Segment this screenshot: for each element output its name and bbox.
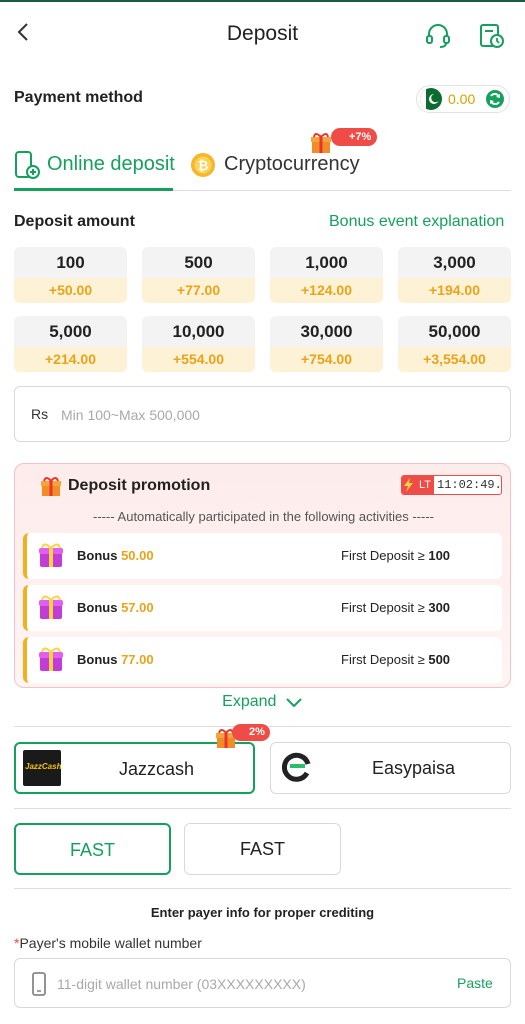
bonus-value: 57.00 <box>121 600 154 615</box>
gift-badge-icon <box>311 133 331 153</box>
method-easypaisa[interactable]: Easypaisa <box>270 742 511 794</box>
lt-tag: LT <box>402 476 434 494</box>
currency-label: Rs <box>31 406 49 422</box>
amount-bonus: +50.00 <box>14 278 127 303</box>
easypaisa-logo <box>281 752 311 782</box>
amount-value: 100 <box>56 253 85 272</box>
amount-bonus: +124.00 <box>270 278 383 303</box>
phone-deposit-icon <box>15 151 40 179</box>
amount-value: 1,000 <box>305 253 348 272</box>
history-record-icon[interactable] <box>478 22 506 50</box>
promotion-subtitle: ----- Automatically participated in the … <box>93 509 434 524</box>
purple-gift-icon <box>39 543 63 567</box>
deposit-amount-heading: Deposit amount <box>14 213 135 230</box>
amount-option-10000[interactable]: 10,000 +554.00 <box>142 316 255 372</box>
tab-cryptocurrency[interactable]: Cryptocurrency <box>224 153 360 176</box>
amount-value: 50,000 <box>428 322 481 341</box>
balance-pill[interactable]: 0.00 <box>416 85 510 113</box>
amount-option-100[interactable]: 100 +50.00 <box>14 247 127 303</box>
amount-option-1000[interactable]: 1,000 +124.00 <box>270 247 383 303</box>
refresh-icon[interactable] <box>485 89 505 109</box>
method-label: Easypaisa <box>372 758 456 778</box>
amount-option-500[interactable]: 500 +77.00 <box>142 247 255 303</box>
amount-value: 30,000 <box>300 322 353 341</box>
paste-button[interactable]: Paste <box>457 975 493 991</box>
limited-time-countdown: LT 11:02:49.4 <box>401 475 502 495</box>
section-divider <box>14 808 511 809</box>
bonus-text: Bonus 77.00 <box>77 652 154 667</box>
wallet-number-field[interactable]: Paste <box>14 958 511 1008</box>
pakistan-flag-icon <box>420 88 442 110</box>
section-divider <box>14 888 511 889</box>
mobile-phone-icon <box>32 972 46 996</box>
channel-fast-2[interactable]: FAST <box>184 823 341 875</box>
amount-value: 3,000 <box>433 253 476 272</box>
wallet-number-label: *Payer's mobile wallet number <box>14 935 202 951</box>
amount-option-5000[interactable]: 5,000 +214.00 <box>14 316 127 372</box>
deposit-condition: First Deposit ≥ 300 <box>341 600 451 615</box>
expand-label: Expand <box>222 693 277 710</box>
bitcoin-icon: ₿ <box>191 153 215 177</box>
amount-value: 5,000 <box>49 322 92 341</box>
amount-bonus: +214.00 <box>14 347 127 372</box>
amount-bonus: +754.00 <box>270 347 383 372</box>
amount-option-50000[interactable]: 50,000 +3,554.00 <box>398 316 511 372</box>
bonus-text: Bonus 57.00 <box>77 600 154 615</box>
amount-bonus: +194.00 <box>398 278 511 303</box>
lightning-icon <box>404 478 413 492</box>
purple-gift-icon <box>39 595 63 619</box>
amount-bonus: +77.00 <box>142 278 255 303</box>
payment-method-heading: Payment method <box>14 89 143 106</box>
countdown-timer: 11:02:49.4 <box>437 478 502 492</box>
payer-info-hint: Enter payer info for proper crediting <box>150 905 375 920</box>
promotion-row: Bonus 57.00 First Deposit ≥ 300 <box>23 585 502 631</box>
channel-fast-1[interactable]: FAST <box>14 823 171 875</box>
balance-amount: 0.00 <box>448 91 476 107</box>
amount-option-30000[interactable]: 30,000 +754.00 <box>270 316 383 372</box>
amount-bonus: +554.00 <box>142 347 255 372</box>
tab-online-deposit[interactable]: Online deposit <box>47 153 175 176</box>
amount-input[interactable] <box>61 403 491 427</box>
bonus-event-explanation-link[interactable]: Bonus event explanation <box>329 213 504 231</box>
amount-bonus: +3,554.00 <box>398 347 511 372</box>
svg-text:₿: ₿ <box>198 158 209 173</box>
deposit-condition: First Deposit ≥ 100 <box>341 548 451 563</box>
bonus-text: Bonus 50.00 <box>77 548 154 563</box>
amount-value: 10,000 <box>172 322 225 341</box>
jazzcash-logo: JazzCash <box>23 750 61 786</box>
promotion-row: Bonus 50.00 First Deposit ≥ 100 <box>23 533 502 579</box>
active-tab-indicator <box>14 188 173 191</box>
gift-icon <box>41 477 61 496</box>
purple-gift-icon <box>39 647 63 671</box>
amount-option-3000[interactable]: 3,000 +194.00 <box>398 247 511 303</box>
deposit-promotion-panel: Deposit promotion LT 11:02:49.4 ----- Au… <box>14 463 511 688</box>
expand-button[interactable]: Expand <box>0 693 525 711</box>
wallet-number-input[interactable] <box>57 972 437 996</box>
headset-support-icon[interactable] <box>424 22 452 50</box>
crypto-bonus-badge: +7% <box>331 128 378 146</box>
top-edge <box>0 0 525 2</box>
bonus-value: 50.00 <box>121 548 154 563</box>
jazzcash-bonus-badge: 2% <box>232 724 270 741</box>
custom-amount-field[interactable]: Rs <box>14 386 511 442</box>
promotion-title: Deposit promotion <box>68 477 211 494</box>
chevron-down-icon <box>286 698 302 708</box>
method-label: Jazzcash <box>119 759 195 779</box>
bonus-value: 77.00 <box>121 652 154 667</box>
promotion-row: Bonus 77.00 First Deposit ≥ 500 <box>23 637 502 683</box>
deposit-condition: First Deposit ≥ 500 <box>341 652 451 667</box>
method-jazzcash[interactable]: JazzCash Jazzcash <box>14 742 255 794</box>
amount-value: 500 <box>184 253 213 272</box>
